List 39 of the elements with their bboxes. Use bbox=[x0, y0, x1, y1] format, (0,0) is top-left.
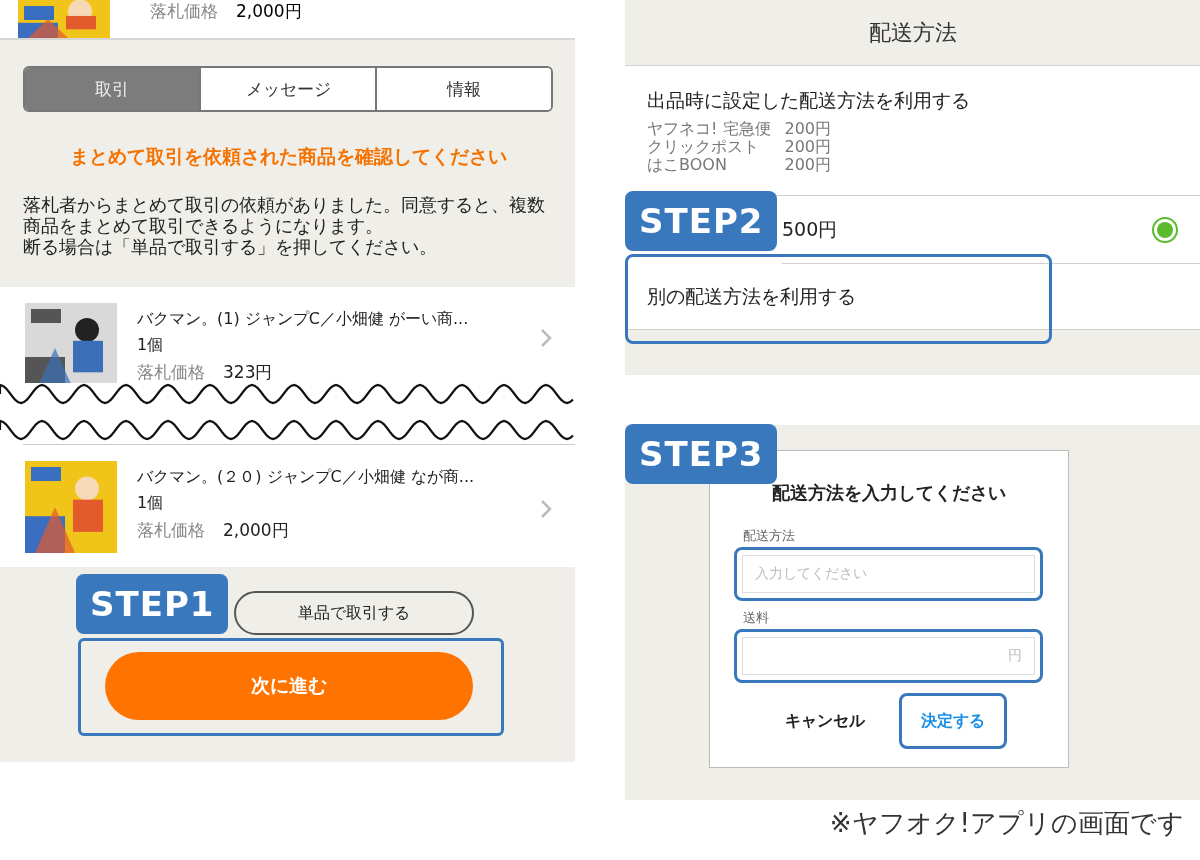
notice-text: 断る場合は「単品で取引する」を押してください。 bbox=[23, 236, 438, 257]
tab[interactable]: 情報 bbox=[375, 68, 551, 110]
dialog-title: 配送方法を入力してください bbox=[771, 481, 1007, 505]
unit-text: 円 bbox=[1008, 647, 1022, 665]
method-name: はこBOON bbox=[647, 155, 728, 174]
step-badge: STEP1 bbox=[76, 574, 229, 634]
field-label: 配送方法 bbox=[743, 527, 796, 545]
price-label: 落札価格 bbox=[137, 519, 205, 542]
method-price: 200円 bbox=[784, 137, 832, 156]
step-badge: STEP3 bbox=[625, 424, 778, 484]
price-text: 2,000円 bbox=[223, 519, 289, 542]
method-price: 200円 bbox=[784, 119, 832, 138]
item-title: バクマン。(２０) ジャンプC／小畑健 なが商... bbox=[137, 467, 476, 488]
price-text: 2,000円 bbox=[236, 0, 302, 23]
item-title: バクマン。(1) ジャンプC／小畑健 がーい商... bbox=[137, 309, 470, 330]
field-label: 送料 bbox=[743, 609, 770, 627]
price-text: 323円 bbox=[223, 361, 273, 383]
radio-selected[interactable] bbox=[1152, 216, 1178, 243]
notice-text: 落札者からまとめて取引の依頼がありました。同意すると、複数商品をまとめて取引できるようになります。 bbox=[23, 194, 546, 236]
chevron-right-icon bbox=[539, 498, 553, 520]
single-deal-button[interactable]: 単品で取引する bbox=[234, 591, 474, 635]
caption-text: ※ヤフオク!アプリの画面です bbox=[828, 807, 1185, 840]
option-label: 別の配送方法を利用する bbox=[647, 283, 856, 309]
option-label: 500円 bbox=[782, 216, 838, 242]
method-name: クリックポスト bbox=[647, 137, 760, 156]
item-quantity: 1個 bbox=[137, 335, 165, 356]
option-label: 出品時に設定した配送方法を利用する bbox=[647, 87, 970, 113]
field-placeholder: 入力してください bbox=[755, 565, 867, 583]
method-price: 200円 bbox=[784, 155, 832, 174]
tab[interactable]: メッセージ bbox=[199, 68, 375, 110]
screen-title: 配送方法 bbox=[625, 0, 1200, 66]
notice-heading: まとめて取引を依頼された商品を確認してください bbox=[68, 144, 508, 169]
tab[interactable]: 取引 bbox=[25, 68, 199, 110]
chevron-right-icon bbox=[539, 327, 553, 349]
price-label: 落札価格 bbox=[137, 361, 205, 383]
method-name: ヤフネコ! 宅急便 bbox=[647, 119, 771, 138]
price-label: 落札価格 bbox=[150, 0, 218, 23]
step-badge: STEP2 bbox=[625, 191, 778, 251]
item-quantity: 1個 bbox=[137, 493, 165, 514]
